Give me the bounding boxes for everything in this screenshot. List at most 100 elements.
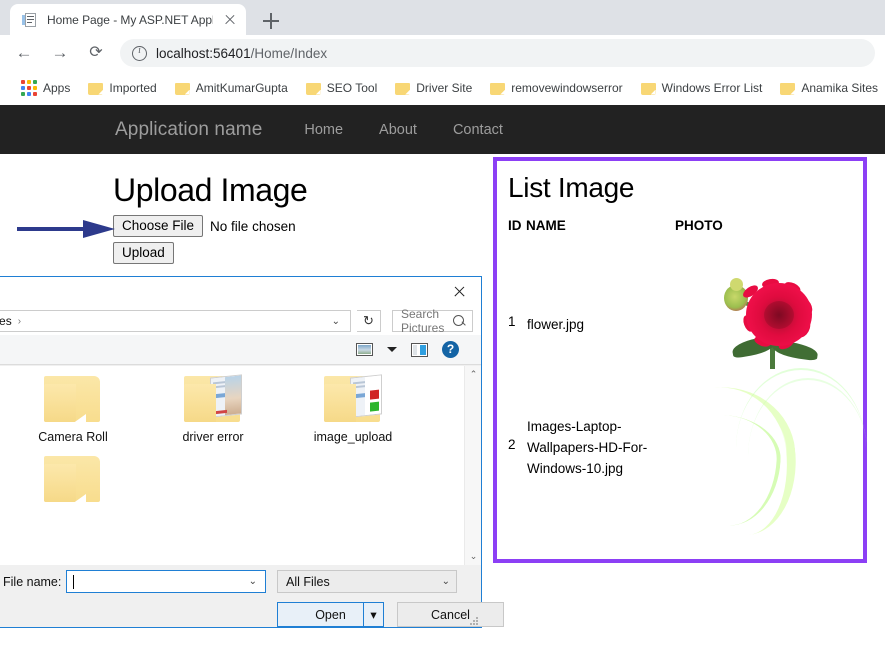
folder-preview-icon <box>182 374 244 424</box>
open-button[interactable]: Open ▾ <box>277 602 384 627</box>
site-nav-links: Home About Contact <box>304 122 503 138</box>
folder-icon <box>175 82 190 95</box>
new-tab-button[interactable] <box>257 7 285 35</box>
bookmark-windows-error-list[interactable]: Windows Error List <box>632 81 772 95</box>
breadcrumb-pictures[interactable]: Pictures <box>0 314 15 328</box>
bookmark-label: Imported <box>109 81 156 95</box>
forward-button[interactable]: → <box>46 39 74 67</box>
search-placeholder: Search Pictures <box>401 307 453 335</box>
folder-preview-icon <box>322 374 384 424</box>
bookmark-apps[interactable]: Apps <box>12 80 79 96</box>
dialog-address-bar: › This PC › Pictures › ⌄ ↻ Search Pictur… <box>0 307 481 335</box>
no-file-chosen-label: No file chosen <box>210 219 296 234</box>
close-icon[interactable] <box>222 12 238 28</box>
list-item[interactable]: driver error <box>143 374 283 444</box>
list-image-panel: List Image ID NAME PHOTO 1 flower.jpg <box>493 157 867 563</box>
page-icon <box>22 12 38 28</box>
table-row: 1 flower.jpg <box>508 261 860 386</box>
file-item-label: Camera Roll <box>3 430 143 444</box>
file-list-pane: Camera Roll driver error <box>0 366 481 565</box>
bookmark-removewindowserror[interactable]: removewindowserror <box>481 81 631 95</box>
cancel-button[interactable]: Cancel <box>397 602 504 627</box>
file-item-label: image_upload <box>283 430 423 444</box>
list-item[interactable] <box>3 454 143 510</box>
bookmark-driver-site[interactable]: Driver Site <box>386 81 481 95</box>
bookmark-label: Apps <box>43 81 70 95</box>
file-type-value: All Files <box>286 575 330 589</box>
bookmark-label: removewindowserror <box>511 81 622 95</box>
command-bar-right-group: ? <box>356 341 473 358</box>
chevron-down-icon[interactable]: ⌄ <box>249 576 261 587</box>
choose-file-button[interactable]: Choose File <box>113 215 203 237</box>
back-button[interactable]: ← <box>10 39 38 67</box>
chevron-down-icon[interactable]: ⌄ <box>332 316 348 327</box>
upload-button[interactable]: Upload <box>113 242 174 264</box>
text-caret <box>73 575 74 589</box>
bookmark-label: AmitKumarGupta <box>196 81 288 95</box>
bookmark-label: Anamika Sites <box>801 81 878 95</box>
bookmarks-bar: Apps Imported AmitKumarGupta SEO Tool Dr… <box>0 71 885 105</box>
search-input[interactable]: Search Pictures <box>392 310 473 332</box>
file-type-select[interactable]: All Files ⌄ <box>277 570 457 593</box>
bookmark-label: SEO Tool <box>327 81 377 95</box>
file-grid: Camera Roll driver error <box>3 374 461 510</box>
folder-icon <box>641 82 656 95</box>
row-name: flower.jpg <box>527 314 667 335</box>
refresh-button[interactable]: ↻ <box>357 310 381 332</box>
bookmark-anamika-sites[interactable]: Anamika Sites <box>771 81 885 95</box>
chevron-down-icon[interactable] <box>387 347 397 352</box>
file-name-input[interactable]: ⌄ <box>66 570 266 593</box>
folder-plain-icon <box>42 454 104 504</box>
folder-icon <box>306 82 321 95</box>
dialog-command-bar: w folder ? <box>0 335 481 365</box>
search-icon <box>453 315 466 328</box>
browser-chrome: Home Page - My ASP.NET Applic ← → ⟳ loca… <box>0 0 885 105</box>
row-id: 1 <box>508 314 516 329</box>
folder-icon <box>780 82 795 95</box>
chevron-down-icon[interactable]: ⌄ <box>442 576 450 587</box>
file-open-dialog: › This PC › Pictures › ⌄ ↻ Search Pictur… <box>0 276 482 628</box>
help-icon[interactable]: ? <box>442 341 459 358</box>
list-item[interactable]: image_upload <box>283 374 423 444</box>
scroll-down-icon[interactable]: ⌄ <box>465 548 481 565</box>
breadcrumb[interactable]: › This PC › Pictures › ⌄ <box>0 310 351 332</box>
close-icon[interactable] <box>443 280 475 304</box>
info-icon[interactable] <box>132 46 147 61</box>
scroll-up-icon[interactable]: ⌃ <box>465 366 481 383</box>
dialog-body: ⌃ ⌄ Camera Roll <box>0 366 481 565</box>
site-brand[interactable]: Application name <box>115 119 262 141</box>
file-name-label: File name: <box>3 575 61 589</box>
url-text: localhost:56401/Home/Index <box>156 46 327 61</box>
annotation-arrow-icon <box>17 219 117 239</box>
preview-pane-icon[interactable] <box>411 343 428 357</box>
tab-title: Home Page - My ASP.NET Applic <box>47 13 213 27</box>
bookmark-seo-tool[interactable]: SEO Tool <box>297 81 386 95</box>
bookmark-imported[interactable]: Imported <box>79 81 165 95</box>
tab-strip: Home Page - My ASP.NET Applic <box>0 0 885 35</box>
nav-link-contact[interactable]: Contact <box>453 122 503 138</box>
cancel-button-label: Cancel <box>431 608 470 622</box>
folder-plain-icon <box>42 374 104 424</box>
url-path: /Home/Index <box>251 46 328 61</box>
bookmark-amitkumargupta[interactable]: AmitKumarGupta <box>166 81 297 95</box>
folder-icon <box>395 82 410 95</box>
nav-link-about[interactable]: About <box>379 122 417 138</box>
nav-link-home[interactable]: Home <box>304 122 343 138</box>
column-header-photo: PHOTO <box>675 218 723 233</box>
file-list-scrollbar[interactable]: ⌃ ⌄ <box>464 366 481 565</box>
list-item[interactable]: Camera Roll <box>3 374 143 444</box>
address-bar[interactable]: localhost:56401/Home/Index <box>120 39 875 67</box>
column-header-name: NAME <box>526 218 566 233</box>
folder-icon <box>490 82 505 95</box>
screenshot-root: Home Page - My ASP.NET Applic ← → ⟳ loca… <box>0 0 885 666</box>
open-button-label: Open <box>315 608 346 622</box>
file-input-row: Choose File No file chosen <box>113 215 296 237</box>
bookmark-label: Driver Site <box>416 81 472 95</box>
table-row: 2 Images-Laptop-Wallpapers-HD-For-Window… <box>508 406 860 516</box>
open-split-caret-icon[interactable]: ▾ <box>363 603 383 626</box>
resize-grip[interactable] <box>468 615 478 625</box>
reload-button[interactable]: ⟳ <box>82 39 110 67</box>
browser-tab[interactable]: Home Page - My ASP.NET Applic <box>10 4 246 35</box>
folder-icon <box>88 82 103 95</box>
view-mode-icon[interactable] <box>356 343 373 356</box>
